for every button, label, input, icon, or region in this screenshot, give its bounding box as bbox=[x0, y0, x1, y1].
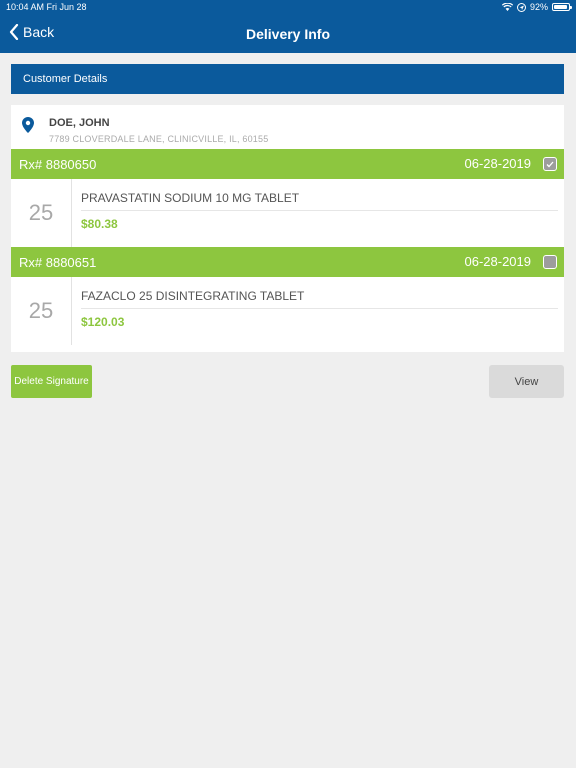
drug-name: PRAVASTATIN SODIUM 10 MG TABLET bbox=[81, 191, 300, 205]
rx-date: 06-28-2019 bbox=[464, 254, 532, 269]
rx-header: Rx# 8880651 06-28-2019 bbox=[11, 247, 564, 277]
customer-row: DOE, JOHN 7789 CLOVERDALE LANE, CLINICVI… bbox=[11, 105, 564, 149]
section-header: Customer Details bbox=[11, 64, 564, 94]
rx-number: Rx# 8880650 bbox=[19, 156, 97, 172]
navigation-bar: 10:04 AM Fri Jun 28 92% Back Delivery In… bbox=[0, 0, 576, 53]
status-indicators: 92% bbox=[501, 2, 572, 12]
drug-name: FAZACLO 25 DISINTEGRATING TABLET bbox=[81, 289, 305, 303]
battery-icon bbox=[552, 3, 572, 11]
wifi-icon bbox=[501, 3, 513, 11]
customer-name: DOE, JOHN bbox=[49, 117, 110, 129]
rx-item: 25 PRAVASTATIN SODIUM 10 MG TABLET $80.3… bbox=[11, 179, 564, 247]
divider bbox=[81, 210, 558, 211]
rx-checkbox[interactable] bbox=[543, 255, 557, 269]
rx-checkbox[interactable] bbox=[543, 157, 557, 171]
delete-signature-button[interactable]: Delete Signature bbox=[11, 365, 92, 398]
battery-percent: 92% bbox=[529, 2, 548, 12]
rx-date: 06-28-2019 bbox=[464, 156, 532, 171]
drug-price: $80.38 bbox=[81, 217, 118, 231]
divider bbox=[81, 308, 558, 309]
page-title: Delivery Info bbox=[245, 26, 331, 42]
map-pin-icon bbox=[22, 117, 34, 133]
customer-address: 7789 CLOVERDALE LANE, CLINICVILLE, IL, 6… bbox=[49, 134, 269, 144]
rx-quantity: 25 bbox=[11, 277, 72, 345]
rx-header: Rx# 8880650 06-28-2019 bbox=[11, 149, 564, 179]
status-time: 10:04 AM Fri Jun 28 bbox=[6, 2, 87, 12]
view-button[interactable]: View bbox=[489, 365, 564, 398]
rx-quantity: 25 bbox=[11, 179, 72, 247]
rx-item: 25 FAZACLO 25 DISINTEGRATING TABLET $120… bbox=[11, 277, 564, 345]
drug-price: $120.03 bbox=[81, 315, 125, 329]
rx-number: Rx# 8880651 bbox=[19, 254, 97, 270]
location-icon bbox=[516, 2, 526, 12]
delivery-card: DOE, JOHN 7789 CLOVERDALE LANE, CLINICVI… bbox=[11, 105, 564, 352]
checkmark-icon bbox=[546, 161, 554, 167]
